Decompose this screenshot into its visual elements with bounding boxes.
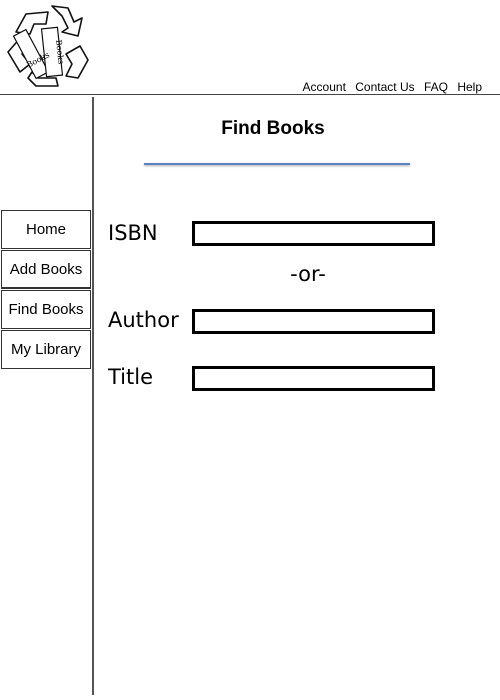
isbn-label: ISBN: [108, 221, 158, 245]
contact-us-link[interactable]: Contact Us: [355, 80, 414, 94]
page-title: Find Books: [221, 118, 325, 139]
faq-link[interactable]: FAQ: [424, 80, 448, 94]
title-label: Title: [108, 365, 154, 389]
or-divider: -or-: [290, 262, 326, 286]
sidebar-item-add-books[interactable]: Add Books: [1, 250, 91, 289]
site-logo[interactable]: Books Books: [2, 2, 90, 88]
page: Books Books Account Contact Us FAQ Help …: [0, 0, 500, 700]
title-underline: [144, 163, 410, 165]
sidebar-divider: [92, 97, 94, 695]
header-divider: [0, 94, 500, 95]
title-input[interactable]: [192, 366, 435, 391]
sidebar-item-find-books[interactable]: Find Books: [1, 290, 91, 329]
help-link[interactable]: Help: [457, 80, 482, 94]
sidebar-item-home[interactable]: Home: [1, 210, 91, 249]
isbn-input[interactable]: [192, 221, 435, 246]
top-nav-links: Account Contact Us FAQ Help: [297, 80, 482, 94]
account-link[interactable]: Account: [303, 80, 346, 94]
sidebar-nav: Home Add Books Find Books My Library: [1, 210, 91, 370]
author-label: Author: [108, 308, 179, 332]
author-input[interactable]: [192, 309, 435, 334]
sidebar-item-my-library[interactable]: My Library: [1, 330, 91, 369]
recycle-books-logo-icon: Books Books: [7, 5, 89, 87]
